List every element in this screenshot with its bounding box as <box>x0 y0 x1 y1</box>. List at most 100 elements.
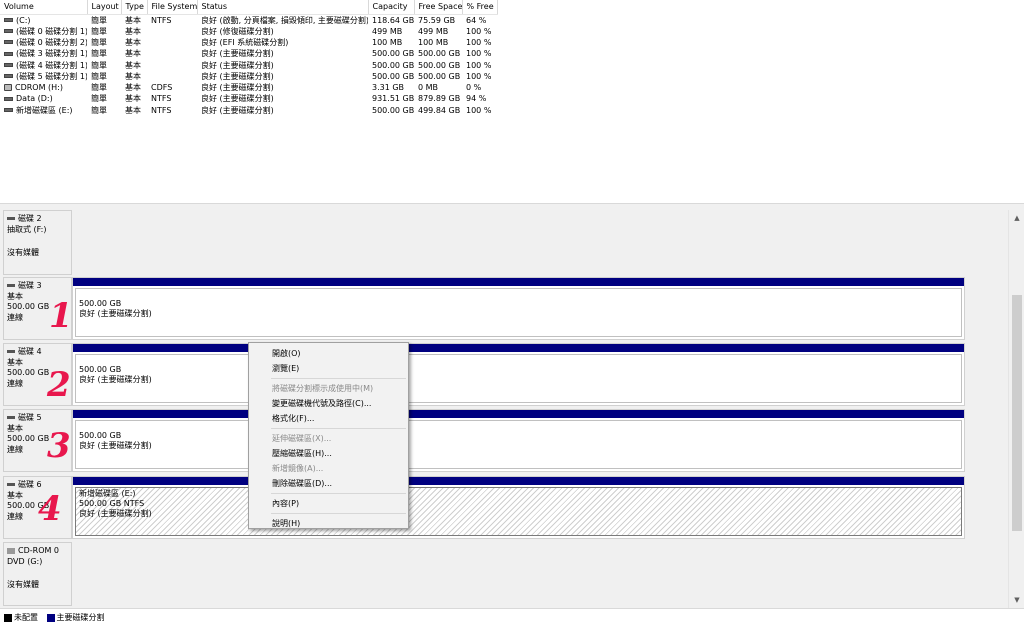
layout-cell-container: 簡單 <box>87 37 121 48</box>
scroll-down-arrow-icon[interactable]: ▼ <box>1009 592 1024 608</box>
table-row[interactable]: (磁碟 4 磁碟分割 1) 簡單 基本 良好 (主要磁碟分割) 500.00 GB 500… <box>0 59 497 70</box>
disk-row-2: 磁碟 2 抽取式 (F:) 沒有媒體 <box>0 210 1008 275</box>
filesystem-cell-container: CDFS <box>147 82 197 93</box>
annotation-2: 2 <box>47 365 71 405</box>
menu-item[interactable]: 格式化(F)... <box>249 411 408 426</box>
volume-list: Volume Layout Type File System Status Capacit… <box>0 0 1024 203</box>
capacity-cell-container: 118.64 GB <box>368 14 414 26</box>
free-space-cell: 499 MB <box>418 26 449 36</box>
column-header[interactable]: Layout <box>87 0 122 15</box>
free-space-cell: 500.00 GB <box>418 60 461 70</box>
table-row[interactable]: CDROM (H:) 簡單 基本 CDFS 良好 (主要磁碟分割) 3.31 GB 0 MB… <box>0 82 497 93</box>
capacity-cell-container: 499 MB <box>368 26 414 37</box>
disk-icon <box>7 416 15 419</box>
table-row[interactable]: 新增磁碟區 (E:) 簡單 基本 NTFS 良好 (主要磁碟分割) 500.00 GB 49… <box>0 105 497 116</box>
cdrom-icon <box>7 547 15 554</box>
layout-cell-container: 簡單 <box>87 71 121 82</box>
free-space-cell-container: 879.89 GB <box>414 93 462 104</box>
menu-item[interactable]: 瀏覽(E) <box>249 361 408 376</box>
type-cell: 基本 <box>125 37 141 47</box>
percent-free-cell-container: 0 % <box>462 82 497 93</box>
legend-label-primary: 主要磁碟分割 <box>56 613 105 622</box>
capacity-cell-container: 931.51 GB <box>368 93 414 104</box>
percent-free-cell-container: 94 % <box>462 93 497 104</box>
table-row[interactable]: (磁碟 0 磁碟分割 2) 簡單 基本 良好 (EFI 系統磁碟分割) 100 MB 10… <box>0 37 497 48</box>
disk-type: 抽取式 (F:) <box>7 224 47 234</box>
legend-swatch-primary <box>46 613 55 622</box>
menu-item[interactable]: 說明(H) <box>249 516 408 531</box>
free-space-cell-container: 500.00 GB <box>414 48 462 59</box>
menu-separator <box>271 428 406 429</box>
menu-item[interactable]: 內容(P) <box>249 496 408 511</box>
capacity-cell: 500.00 GB <box>372 60 414 70</box>
column-header[interactable]: % Free <box>462 0 498 15</box>
layout-cell-container: 簡單 <box>87 93 121 104</box>
layout-cell: 簡單 <box>91 83 107 93</box>
capacity-cell: 499 MB <box>372 26 403 36</box>
capacity-cell: 500.00 GB <box>372 49 414 59</box>
disk-size <box>7 235 68 245</box>
disk-info-cdrom0[interactable]: CD-ROM 0 DVD (G:) 沒有媒體 <box>3 542 72 606</box>
status-cell: 良好 (修復磁碟分割) <box>201 26 274 36</box>
scroll-thumb[interactable] <box>1012 295 1022 531</box>
percent-free-cell-container: 100 % <box>462 26 497 37</box>
disk-row-3: 磁碟 3 基本 500.00 GB 連線 500.00 GB 良好 (主要磁碟分… <box>0 277 1008 340</box>
filesystem-cell-container <box>147 48 197 59</box>
type-cell: 基本 <box>125 15 141 25</box>
table-row[interactable]: (C:) 簡單 基本 NTFS 良好 (啟動, 分頁檔案, 損毀傾印, 主要磁碟分割) 1… <box>0 14 497 26</box>
scroll-up-arrow-icon[interactable]: ▲ <box>1009 210 1024 226</box>
layout-cell-container: 簡單 <box>87 14 121 26</box>
status-cell-container: 良好 (主要磁碟分割) <box>197 48 368 59</box>
type-cell: 基本 <box>125 60 141 70</box>
column-header[interactable]: Status <box>197 0 369 15</box>
type-cell: 基本 <box>125 94 141 104</box>
context-menu: 開啟(O) 瀏覽(E) 將磁碟分割標示成使用中(M) 變更磁碟機代號及路徑(C)...… <box>248 342 409 529</box>
type-cell-container: 基本 <box>121 105 147 116</box>
table-row[interactable]: Data (D:) 簡單 基本 NTFS 良好 (主要磁碟分割) 931.51 GB 879… <box>0 93 497 104</box>
percent-free-cell-container: 100 % <box>462 48 497 59</box>
volume-table: Volume Layout Type File System Status Capacit… <box>0 0 498 116</box>
column-header[interactable]: File System <box>147 0 198 15</box>
layout-cell: 簡單 <box>91 94 107 104</box>
partition-5-1[interactable]: 500.00 GB 良好 (主要磁碟分割) <box>75 420 962 469</box>
type-cell: 基本 <box>125 105 141 115</box>
menu-item[interactable]: 壓縮磁碟區(H)... <box>249 446 408 461</box>
partition-6-1-selected[interactable]: 新增磁碟區 (E:) 500.00 GB NTFS 良好 (主要磁碟分割) <box>75 487 962 536</box>
type-cell: 基本 <box>125 71 141 81</box>
status-cell: 良好 (主要磁碟分割) <box>201 71 274 81</box>
column-header[interactable]: Volume <box>0 0 88 15</box>
drive-icon <box>4 40 13 45</box>
free-space-cell: 500.00 GB <box>418 71 461 81</box>
drive-icon <box>4 63 13 68</box>
volume-name-container: 新增磁碟區 (E:) <box>0 105 87 116</box>
type-cell-container: 基本 <box>121 59 147 70</box>
menu-item[interactable]: 變更磁碟機代號及路徑(C)... <box>249 396 408 411</box>
table-row[interactable]: (磁碟 3 磁碟分割 1) 簡單 基本 良好 (主要磁碟分割) 500.00 GB 500… <box>0 48 497 59</box>
percent-free-cell-container: 64 % <box>462 14 497 26</box>
disk-info-2[interactable]: 磁碟 2 抽取式 (F:) 沒有媒體 <box>3 210 72 275</box>
menu-item[interactable]: 刪除磁碟區(D)... <box>249 476 408 491</box>
table-row[interactable]: (磁碟 5 磁碟分割 1) 簡單 基本 良好 (主要磁碟分割) 500.00 GB 500… <box>0 71 497 82</box>
status-cell-container: 良好 (主要磁碟分割) <box>197 105 368 116</box>
column-header[interactable]: Capacity <box>368 0 415 15</box>
column-header[interactable]: Free Space <box>414 0 463 15</box>
menu-item[interactable]: 開啟(O) <box>249 346 408 361</box>
vertical-scrollbar[interactable]: ▲ ▼ <box>1008 210 1024 608</box>
pane-splitter[interactable] <box>0 203 1024 210</box>
status-cell-container: 良好 (主要磁碟分割) <box>197 93 368 104</box>
capacity-cell-container: 500.00 GB <box>368 105 414 116</box>
table-row[interactable]: (磁碟 0 磁碟分割 1) 簡單 基本 良好 (修復磁碟分割) 499 MB 499 MB… <box>0 26 497 37</box>
status-cell-container: 良好 (主要磁碟分割) <box>197 82 368 93</box>
disk-body-2 <box>72 210 965 275</box>
disk-status: 沒有媒體 <box>7 580 39 589</box>
column-header[interactable]: Type <box>121 0 148 15</box>
disk-body-4: 500.00 GB 良好 (主要磁碟分割) <box>72 343 965 406</box>
percent-free-cell-container: 100 % <box>462 71 497 82</box>
type-cell-container: 基本 <box>121 26 147 37</box>
percent-free-cell-container: 100 % <box>462 37 497 48</box>
partition-3-1[interactable]: 500.00 GB 良好 (主要磁碟分割) <box>75 288 962 337</box>
partition-status: 良好 (主要磁碟分割) <box>79 509 152 518</box>
partition-4-1[interactable]: 500.00 GB 良好 (主要磁碟分割) <box>75 354 962 403</box>
type-cell: 基本 <box>125 26 141 36</box>
layout-cell: 簡單 <box>91 60 107 70</box>
